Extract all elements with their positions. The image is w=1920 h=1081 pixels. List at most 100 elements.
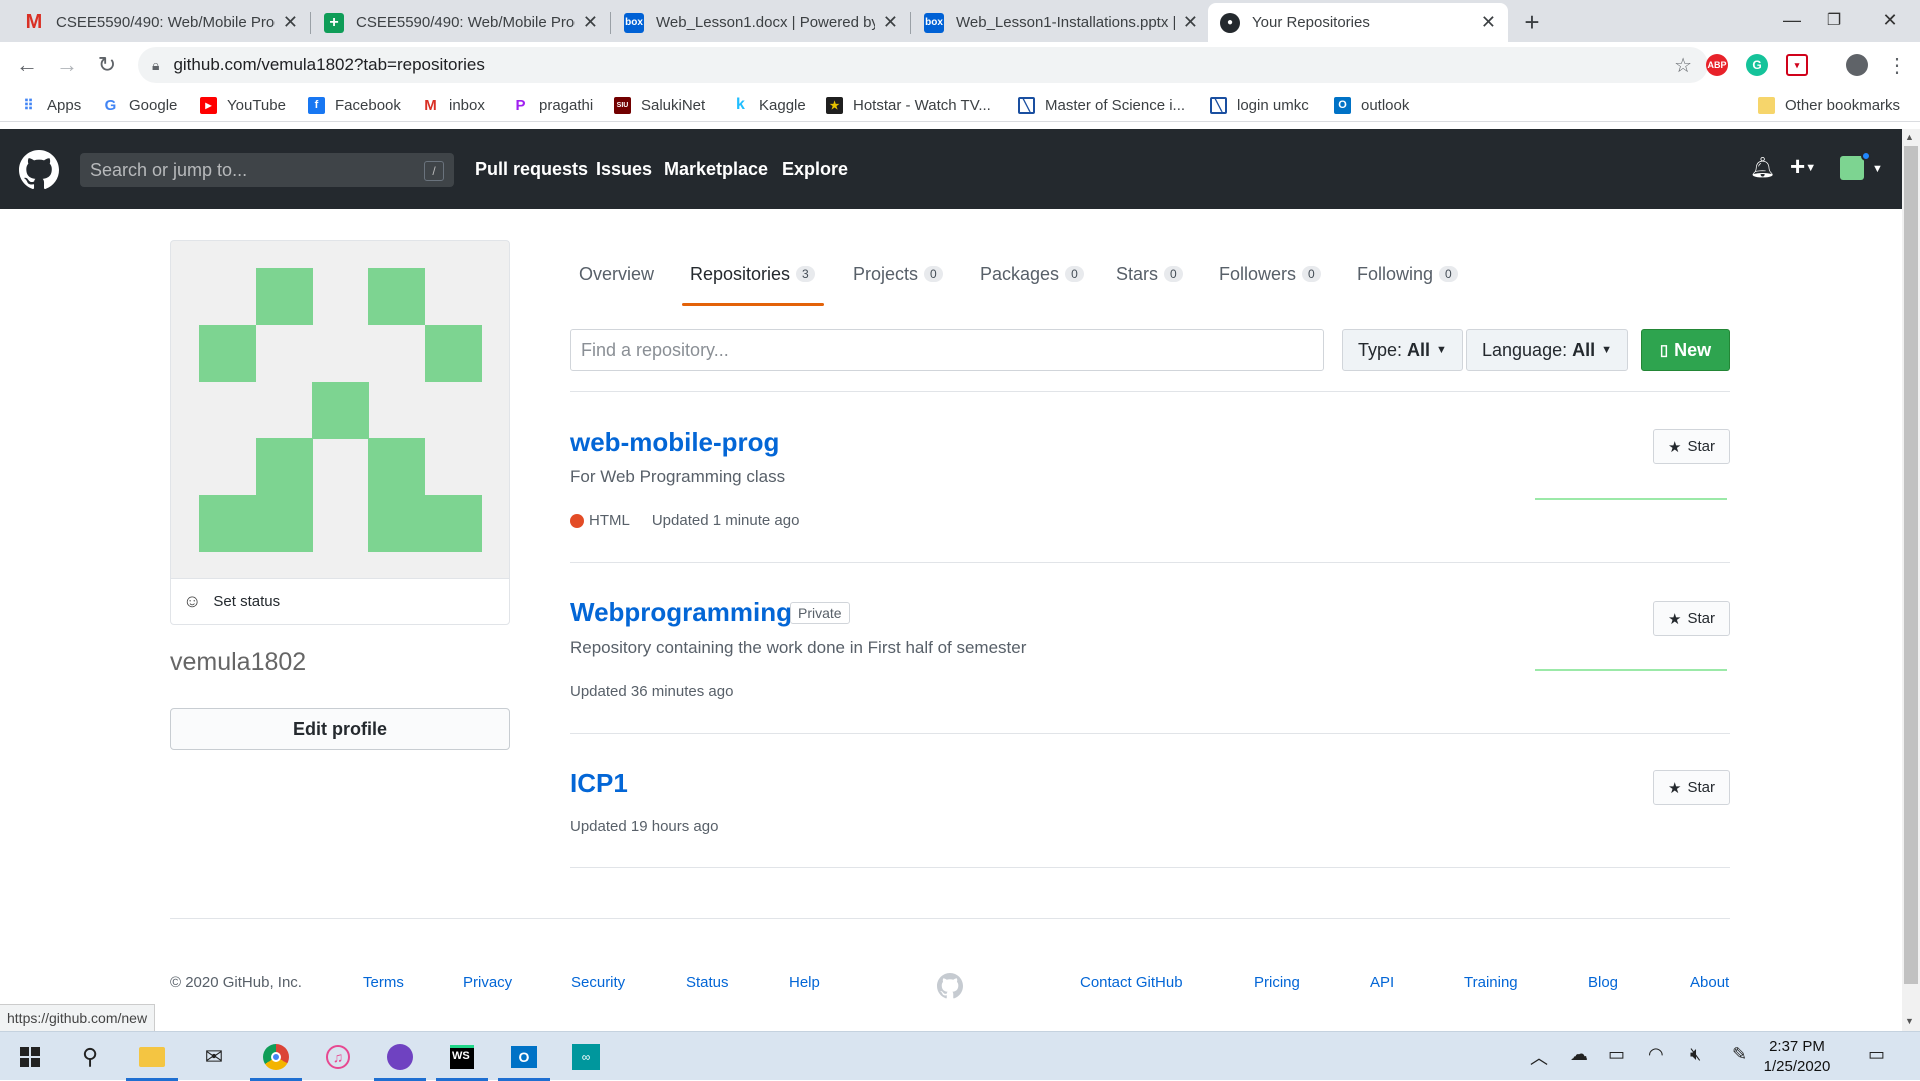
- bookmark-master-of-science[interactable]: ╲ Master of Science i...: [1018, 94, 1185, 116]
- close-icon[interactable]: ✕: [283, 12, 298, 33]
- forward-icon[interactable]: →: [52, 50, 82, 80]
- close-icon[interactable]: ✕: [583, 12, 598, 33]
- tab-overview[interactable]: Overview: [579, 262, 654, 286]
- footer-link-status[interactable]: Status: [686, 974, 729, 991]
- back-icon[interactable]: ←: [12, 50, 42, 80]
- notifications-bell-icon[interactable]: 🔔︎: [1750, 155, 1775, 180]
- global-search-input[interactable]: Search or jump to... /: [80, 153, 454, 187]
- footer-link-security[interactable]: Security: [571, 974, 625, 991]
- bookmark-star-icon[interactable]: ☆: [1674, 53, 1692, 78]
- profile-avatar[interactable]: [1846, 54, 1868, 76]
- nav-explore[interactable]: Explore: [782, 159, 848, 180]
- chrome-icon[interactable]: [246, 1032, 306, 1081]
- bookmark-hotstar[interactable]: ★ Hotstar - Watch TV...: [826, 94, 991, 116]
- taskbar-clock[interactable]: 2:37 PM 1/25/2020: [1752, 1037, 1842, 1077]
- bookmark-login-umkc[interactable]: ╲ login umkc: [1210, 94, 1309, 116]
- star-button[interactable]: ★ Star: [1653, 601, 1730, 636]
- tab-stars[interactable]: Stars 0: [1116, 262, 1183, 286]
- webstorm-icon[interactable]: WS: [432, 1032, 492, 1081]
- language-filter-dropdown[interactable]: Language: All ▼: [1466, 329, 1628, 371]
- browser-tab-active[interactable]: ● Your Repositories ✕: [1208, 3, 1508, 42]
- grammarly-icon[interactable]: G: [1746, 54, 1768, 76]
- github-footer-logo-icon[interactable]: [937, 973, 963, 999]
- footer-link-api[interactable]: API: [1370, 974, 1394, 991]
- footer-link-pricing[interactable]: Pricing: [1254, 974, 1300, 991]
- itunes-icon[interactable]: ♫: [308, 1032, 368, 1081]
- github-desktop-icon[interactable]: [370, 1032, 430, 1081]
- type-filter-dropdown[interactable]: Type: All ▼: [1342, 329, 1463, 371]
- close-icon[interactable]: ✕: [1481, 12, 1496, 33]
- other-bookmarks[interactable]: Other bookmarks: [1758, 94, 1900, 116]
- battery-icon[interactable]: ▭: [1608, 1044, 1625, 1065]
- profile-avatar-identicon[interactable]: [170, 240, 510, 578]
- footer-link-about[interactable]: About: [1690, 974, 1729, 991]
- tab-projects[interactable]: Projects 0: [853, 262, 943, 286]
- repo-name-link[interactable]: ICP1: [570, 768, 628, 799]
- browser-tab[interactable]: M CSEE5590/490: Web/Mobile Prog ✕: [12, 3, 310, 42]
- browser-tab[interactable]: box Web_Lesson1.docx | Powered by ✕: [612, 3, 910, 42]
- scroll-down-arrow-icon[interactable]: ▼: [1905, 1016, 1914, 1026]
- star-button[interactable]: ★ Star: [1653, 770, 1730, 805]
- tab-following[interactable]: Following 0: [1357, 262, 1458, 286]
- chevron-up-icon[interactable]: ︿: [1530, 1044, 1548, 1070]
- bookmark-facebook[interactable]: f Facebook: [308, 94, 401, 116]
- window-close-button[interactable]: ✕: [1860, 0, 1920, 40]
- bookmark-salukinet[interactable]: SIU SalukiNet: [614, 94, 705, 116]
- search-icon[interactable]: ⚲: [60, 1032, 120, 1081]
- tab-followers[interactable]: Followers 0: [1219, 262, 1321, 286]
- bookmark-pragathi[interactable]: Ppragathi: [512, 94, 593, 116]
- find-repository-input[interactable]: [570, 329, 1324, 371]
- repo-name-link[interactable]: Webprogramming: [570, 597, 792, 628]
- bookmark-google[interactable]: G Google: [102, 94, 178, 116]
- volume-muted-icon[interactable]: 🔇︎: [1690, 1044, 1701, 1065]
- nav-marketplace[interactable]: Marketplace: [664, 159, 768, 180]
- create-new-plus-icon[interactable]: +▼: [1790, 151, 1816, 182]
- onedrive-cloud-icon[interactable]: ☁: [1570, 1044, 1588, 1065]
- address-bar[interactable]: 🔒︎ github.com/vemula1802?tab=repositorie…: [138, 47, 1708, 83]
- bookmark-inbox[interactable]: Minbox: [422, 94, 485, 116]
- windows-start-icon[interactable]: [0, 1032, 60, 1081]
- action-center-icon[interactable]: ▭: [1868, 1044, 1885, 1065]
- pen-icon[interactable]: ✎: [1732, 1044, 1747, 1065]
- repo-name-link[interactable]: web-mobile-prog: [570, 427, 779, 458]
- adblock-icon[interactable]: ABP: [1706, 54, 1728, 76]
- footer-link-help[interactable]: Help: [789, 974, 820, 991]
- star-button[interactable]: ★ Star: [1653, 429, 1730, 464]
- close-icon[interactable]: ✕: [1183, 12, 1198, 33]
- set-status-button[interactable]: ☺ Set status: [170, 578, 510, 625]
- youtube-icon: ▶: [200, 96, 217, 114]
- mail-icon[interactable]: ✉: [184, 1032, 244, 1081]
- bookmark-kaggle[interactable]: k Kaggle: [732, 94, 806, 116]
- clock-time: 2:37 PM: [1769, 1038, 1825, 1055]
- footer-link-training[interactable]: Training: [1464, 974, 1518, 991]
- file-explorer-icon[interactable]: [122, 1032, 182, 1081]
- footer-link-terms[interactable]: Terms: [363, 974, 404, 991]
- restore-button[interactable]: ❐: [1804, 0, 1864, 40]
- new-tab-button[interactable]: +: [1516, 6, 1548, 38]
- nav-issues[interactable]: Issues: [596, 159, 652, 180]
- outlook-icon[interactable]: O: [494, 1032, 554, 1081]
- footer-link-privacy[interactable]: Privacy: [463, 974, 512, 991]
- bookmark-outlook[interactable]: Ooutlook: [1334, 94, 1409, 116]
- footer-link-contact[interactable]: Contact GitHub: [1080, 974, 1183, 991]
- tab-repositories[interactable]: Repositories 3: [690, 262, 815, 286]
- footer-link-blog[interactable]: Blog: [1588, 974, 1618, 991]
- github-logo-icon[interactable]: [19, 150, 59, 190]
- menu-icon[interactable]: ⋮: [1882, 50, 1912, 80]
- bookmark-youtube[interactable]: ▶ YouTube: [200, 94, 286, 116]
- nav-pull-requests[interactable]: Pull requests: [475, 159, 588, 180]
- new-repository-button[interactable]: ▯ New: [1641, 329, 1730, 371]
- arduino-icon[interactable]: ∞: [556, 1032, 616, 1081]
- reload-icon[interactable]: ↻: [92, 50, 122, 80]
- user-avatar-menu[interactable]: [1840, 156, 1864, 180]
- pocket-icon[interactable]: ▾: [1786, 54, 1808, 76]
- browser-tab[interactable]: box Web_Lesson1-Installations.pptx | ✕: [912, 3, 1210, 42]
- close-icon[interactable]: ✕: [883, 12, 898, 33]
- edit-profile-button[interactable]: Edit profile: [170, 708, 510, 750]
- scrollbar-thumb[interactable]: [1904, 146, 1918, 984]
- browser-tab[interactable]: + CSEE5590/490: Web/Mobile Prog ✕: [312, 3, 610, 42]
- scroll-up-arrow-icon[interactable]: ▲: [1905, 132, 1914, 142]
- tab-packages[interactable]: Packages 0: [980, 262, 1084, 286]
- bookmark-apps[interactable]: ⠿ Apps: [20, 94, 81, 116]
- wifi-icon[interactable]: ◠: [1648, 1044, 1664, 1065]
